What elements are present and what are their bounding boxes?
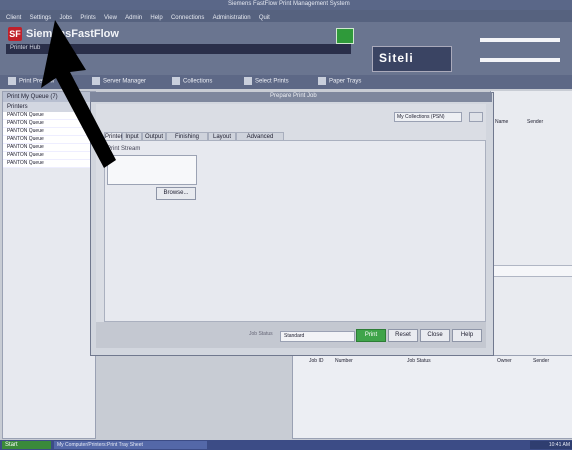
details-col-sender[interactable]: Sender — [527, 119, 543, 125]
menu-bar: Client Settings Jobs Prints View Admin H… — [0, 10, 572, 22]
print-stream-label: Print Stream — [107, 146, 141, 152]
job-col-status[interactable]: Job Status — [407, 358, 431, 364]
dialog-title: Prepare Print Job — [270, 93, 317, 99]
list-item[interactable]: PANTON Queue — [3, 120, 95, 128]
folder-icon — [172, 77, 180, 85]
collection-select[interactable]: My Collections (PSN) — [394, 112, 462, 122]
toolbar-select-prints-button[interactable]: Select Prints — [244, 77, 289, 87]
app-sub-bar: Printer Hub — [6, 44, 351, 54]
details-row[interactable] — [493, 265, 572, 277]
toolbar-paper-trays-button[interactable]: Paper Trays — [318, 77, 361, 87]
menu-item-view[interactable]: View — [104, 15, 117, 21]
job-status-select[interactable]: Standard — [280, 331, 355, 342]
window-title: Siemens FastFlow Print Management System — [228, 1, 350, 7]
app-sub-bar-label: Printer Hub — [10, 45, 41, 51]
menu-item-connections[interactable]: Connections — [171, 15, 204, 21]
print-button[interactable]: Print — [356, 329, 386, 342]
menu-item-prints[interactable]: Prints — [80, 15, 95, 21]
banner-decoration-bar — [480, 58, 560, 62]
banner-decoration-bar — [480, 38, 560, 42]
site-logo: Siteli — [372, 46, 452, 72]
list-item[interactable]: PANTON Queue — [3, 144, 95, 152]
select-icon — [244, 77, 252, 85]
app-logo-icon: SF — [8, 27, 22, 41]
printer-icon — [8, 77, 16, 85]
menu-item-settings[interactable]: Settings — [30, 15, 52, 21]
queue-column-header[interactable]: Printers — [3, 102, 95, 112]
list-item[interactable]: PANTON Queue — [3, 128, 95, 136]
print-stream-field[interactable] — [107, 155, 197, 185]
system-tray-clock: 10:41 AM — [530, 441, 572, 449]
help-button[interactable]: Help — [452, 329, 482, 342]
start-button[interactable]: Start — [2, 441, 51, 449]
app-brand: SiemensFastFlow — [26, 28, 119, 40]
menu-item-admin[interactable]: Admin — [125, 15, 142, 21]
job-col-sender[interactable]: Sender — [533, 358, 549, 364]
tray-icon — [318, 77, 326, 85]
job-panel: Job ID Number Job Status Owner Sender — [292, 355, 572, 439]
job-col-owner[interactable]: Owner — [497, 358, 512, 364]
site-logo-label: Siteli — [379, 51, 414, 65]
list-item[interactable]: PANTON Queue — [3, 160, 95, 168]
online-status-icon[interactable] — [336, 28, 354, 44]
list-item[interactable]: PANTON Queue — [3, 112, 95, 120]
details-col-name[interactable]: Name — [495, 119, 508, 125]
list-item[interactable]: PANTON Queue — [3, 152, 95, 160]
job-status-label: Job Status — [249, 331, 273, 337]
toolbar-server-manager-button[interactable]: Server Manager — [92, 77, 146, 87]
queue-panel: Print My Queue (7) Printers PANTON Queue… — [2, 91, 96, 439]
toolbar-collections-button[interactable]: Collections — [172, 77, 212, 87]
menu-item-quit[interactable]: Quit — [259, 15, 270, 21]
menu-item-jobs[interactable]: Jobs — [60, 15, 73, 21]
menu-item-help[interactable]: Help — [150, 15, 162, 21]
dialog-titlebar[interactable]: Prepare Print Job — [90, 92, 492, 102]
list-item[interactable]: PANTON Queue — [3, 136, 95, 144]
browse-button[interactable]: Browse... — [156, 187, 196, 200]
job-col-number[interactable]: Number — [335, 358, 353, 364]
job-col-id[interactable]: Job ID — [309, 358, 323, 364]
queue-panel-header: Print My Queue (7) — [3, 92, 95, 102]
menu-item-administration[interactable]: Administration — [213, 15, 251, 21]
chevron-down-icon[interactable] — [469, 112, 483, 122]
close-button[interactable]: Close — [420, 329, 450, 342]
menu-item-client[interactable]: Client — [6, 15, 21, 21]
toolbar-print-preview-button[interactable]: Print Preview — [8, 77, 54, 87]
reset-button[interactable]: Reset — [388, 329, 418, 342]
server-icon — [92, 77, 100, 85]
taskbar-item[interactable]: My Computer/Printers:Print Tray Sheet — [54, 441, 207, 449]
window-titlebar: Siemens FastFlow Print Management System — [0, 0, 572, 10]
